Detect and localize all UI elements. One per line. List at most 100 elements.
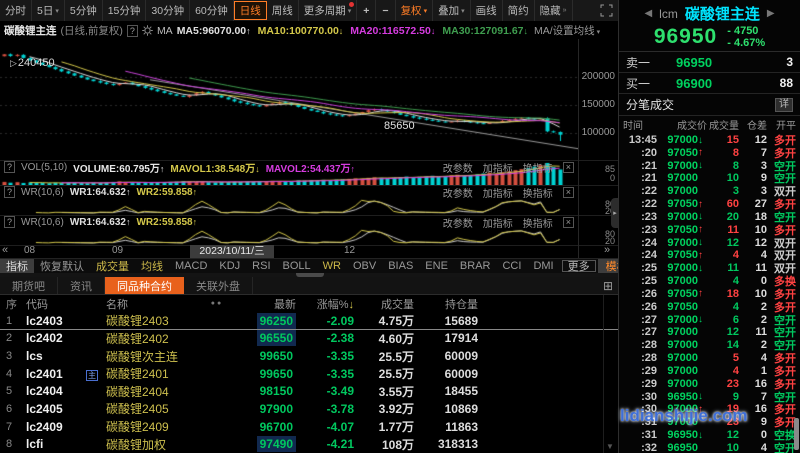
bid-row[interactable]: 买一 96900 88 bbox=[619, 73, 800, 94]
table-scrollbar[interactable]: ▼ bbox=[603, 295, 618, 453]
help-icon[interactable]: ? bbox=[4, 161, 15, 173]
zoom-out-button[interactable]: − bbox=[376, 0, 395, 21]
table-row[interactable]: 5lc2404碳酸锂240498150-3.493.55万18455 bbox=[0, 383, 618, 401]
period-tab-周线[interactable]: 周线 bbox=[267, 0, 299, 21]
panel-link-改参数[interactable]: 改参数 bbox=[443, 215, 473, 230]
tick-row[interactable]: :269705042多开 bbox=[619, 299, 800, 312]
period-tab-5分钟[interactable]: 5分钟 bbox=[65, 0, 103, 21]
period-tab-日线[interactable]: 日线 bbox=[234, 1, 267, 20]
indicator-tab-均线[interactable]: 均线 bbox=[135, 259, 169, 273]
wr1-chart-canvas[interactable] bbox=[0, 198, 578, 215]
tick-row[interactable]: 13:4597000↓1512多开 bbox=[619, 132, 800, 145]
indicator-tab-CCI[interactable]: CCI bbox=[496, 259, 527, 273]
candlestick-chart-canvas[interactable] bbox=[0, 39, 578, 160]
sub-tab-同品种合约[interactable]: 同品种合约 bbox=[105, 277, 184, 294]
panel-link-换指标[interactable]: 换指标 bbox=[523, 160, 553, 175]
close-icon[interactable]: × bbox=[563, 162, 574, 173]
panel-link-改参数[interactable]: 改参数 bbox=[443, 185, 473, 200]
tick-row[interactable]: :2197000↓83空开 bbox=[619, 158, 800, 171]
panel-link-换指标[interactable]: 换指标 bbox=[523, 185, 553, 200]
tick-row[interactable]: :2697050↑1810多开 bbox=[619, 286, 800, 299]
table-row[interactable]: 1lc2403碳酸锂240396250-2.094.75万15689 bbox=[0, 312, 618, 330]
indicator-tab-BIAS[interactable]: BIAS bbox=[382, 259, 419, 273]
indicator-tab-成交量[interactable]: 成交量 bbox=[90, 259, 135, 273]
tick-row[interactable]: :259700040多换 bbox=[619, 273, 800, 286]
col-seq[interactable]: 序 bbox=[0, 296, 26, 312]
help-icon[interactable]: ? bbox=[127, 25, 138, 37]
tick-row[interactable]: :2097050↑87多开 bbox=[619, 145, 800, 158]
indicator-tab-DMI[interactable]: DMI bbox=[527, 259, 559, 273]
col-code[interactable]: 代码 bbox=[26, 296, 86, 312]
ma-settings-dropdown[interactable]: MA/设置均线▾ bbox=[534, 23, 600, 38]
zoom-in-button[interactable]: + bbox=[357, 0, 376, 21]
panel-link-加指标[interactable]: 加指标 bbox=[483, 185, 513, 200]
sub-tab-关联外盘[interactable]: 关联外盘 bbox=[184, 277, 253, 294]
indicator-tab-ENE[interactable]: ENE bbox=[419, 259, 454, 273]
fullscreen-icon[interactable] bbox=[595, 0, 618, 21]
period-tab-30分钟[interactable]: 30分钟 bbox=[146, 0, 190, 21]
tick-row[interactable]: :2497050↑44双开 bbox=[619, 247, 800, 260]
tick-list[interactable]: 13:4597000↓1512多开:2097050↑87多开:2197000↓8… bbox=[619, 132, 800, 453]
period-tab-15分钟[interactable]: 15分钟 bbox=[103, 0, 147, 21]
indicator-tab-指标[interactable]: 指标 bbox=[0, 259, 34, 273]
tick-row[interactable]: :2397050↑1110多开 bbox=[619, 222, 800, 235]
toolbar-button-隐藏[interactable]: 隐藏» bbox=[535, 0, 573, 21]
indicator-tab-BRAR[interactable]: BRAR bbox=[454, 259, 497, 273]
indicator-tab-BOLL[interactable]: BOLL bbox=[277, 259, 317, 273]
col-last[interactable]: 最新 bbox=[230, 296, 296, 312]
help-icon[interactable]: ? bbox=[4, 186, 15, 198]
prev-contract-icon[interactable]: ◀ bbox=[644, 8, 652, 19]
wr2-chart-canvas[interactable] bbox=[0, 228, 578, 245]
sub-tab-期货吧[interactable]: 期货吧 bbox=[0, 277, 58, 294]
indicator-tab-RSI[interactable]: RSI bbox=[246, 259, 276, 273]
tick-row[interactable]: :2797000↓62空开 bbox=[619, 312, 800, 325]
indicator-tab-OBV[interactable]: OBV bbox=[347, 259, 382, 273]
indicator-tab-恢复默认[interactable]: 恢复默认 bbox=[34, 259, 90, 273]
gear-icon[interactable] bbox=[142, 25, 153, 36]
tick-row[interactable]: :2297050↑6027多开 bbox=[619, 196, 800, 209]
tick-row[interactable]: :29970002316多开 bbox=[619, 376, 800, 389]
close-icon[interactable]: × bbox=[563, 217, 574, 228]
toolbar-button-简约[interactable]: 简约 bbox=[503, 0, 535, 21]
period-tab-60分钟[interactable]: 60分钟 bbox=[190, 0, 234, 21]
next-contract-icon[interactable]: ▶ bbox=[767, 8, 775, 19]
toolbar-button-画线[interactable]: 画线 bbox=[471, 0, 503, 21]
period-tab-分时[interactable]: 分时 bbox=[0, 0, 32, 21]
table-row[interactable]: 6lc2405碳酸锂240597900-3.783.92万10869 bbox=[0, 400, 618, 418]
table-row[interactable]: 7lc2409碳酸锂240996700-4.071.77万11863 bbox=[0, 418, 618, 436]
col-open-interest[interactable]: 持仓量 bbox=[414, 296, 478, 312]
sidebar-scrollbar-thumb[interactable] bbox=[794, 418, 799, 450]
indicator-tab-MACD[interactable]: MACD bbox=[169, 259, 213, 273]
tick-row[interactable]: :2597000↓1111双开 bbox=[619, 260, 800, 273]
tick-row[interactable]: :3196950↓120空换 bbox=[619, 427, 800, 440]
tick-row[interactable]: :299700041多开 bbox=[619, 363, 800, 376]
tick-row[interactable]: :2197000109空开 bbox=[619, 170, 800, 183]
toolbar-button-叠加[interactable]: 叠加▾ bbox=[433, 0, 471, 21]
scroll-left-icon[interactable]: « bbox=[2, 244, 8, 256]
scroll-right-icon[interactable]: » bbox=[604, 244, 610, 256]
table-row[interactable]: 2lc2402碳酸锂240296550-2.384.60万17914 bbox=[0, 330, 618, 348]
popout-grid-icon[interactable]: ⊞ bbox=[603, 277, 618, 294]
tick-row[interactable]: :229700033双开 bbox=[619, 183, 800, 196]
panel-link-加指标[interactable]: 加指标 bbox=[483, 160, 513, 175]
panel-link-加指标[interactable]: 加指标 bbox=[483, 215, 513, 230]
close-icon[interactable]: × bbox=[563, 187, 574, 198]
tick-row[interactable]: :2497000↓1212双开 bbox=[619, 235, 800, 248]
tick-row[interactable]: :3096950↓97空开 bbox=[619, 389, 800, 402]
tick-row[interactable]: :3296950104空开 bbox=[619, 440, 800, 453]
ask-row[interactable]: 卖一 96950 3 bbox=[619, 52, 800, 73]
tick-row[interactable]: :289700054多开 bbox=[619, 350, 800, 363]
tick-row[interactable]: :2397000↓2018空开 bbox=[619, 209, 800, 222]
col-change[interactable]: 涨幅%↓ bbox=[296, 296, 354, 312]
detail-link[interactable]: 详 bbox=[775, 98, 793, 112]
period-tab-更多周期[interactable]: 更多周期▾ bbox=[299, 0, 358, 21]
tick-row[interactable]: :27970001211空开 bbox=[619, 324, 800, 337]
indicator-tab-更多[interactable]: 更多 bbox=[562, 260, 596, 272]
sub-tab-资讯[interactable]: 资讯 bbox=[58, 277, 105, 294]
col-volume[interactable]: 成交量 bbox=[354, 296, 414, 312]
col-name[interactable]: 名称 bbox=[106, 296, 204, 312]
panel-link-改参数[interactable]: 改参数 bbox=[443, 160, 473, 175]
indicator-tab-KDJ[interactable]: KDJ bbox=[213, 259, 246, 273]
indicator-tab-WR[interactable]: WR bbox=[317, 259, 347, 273]
table-row[interactable]: 8lcfi碳酸锂加权97490-4.21108万318313 bbox=[0, 435, 618, 453]
